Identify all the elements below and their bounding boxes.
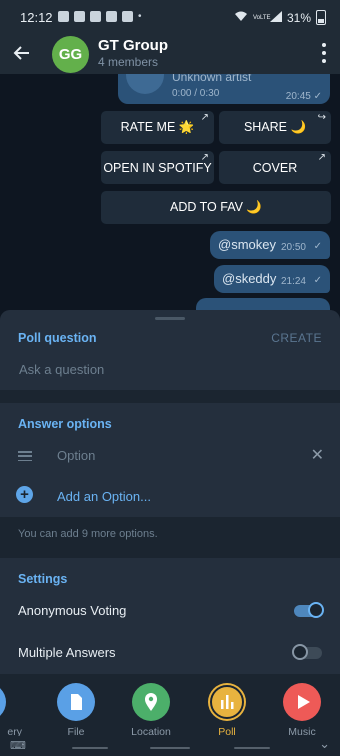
attach-file[interactable]: File (41, 683, 111, 738)
system-nav-bar: ⌨ ⌄ (0, 736, 340, 756)
group-avatar[interactable]: GG (52, 36, 89, 73)
attach-poll[interactable]: Poll (192, 683, 262, 738)
group-title[interactable]: GT Group (98, 37, 168, 54)
add-to-fav-label: ADD TO FAV 🌙 (170, 200, 262, 214)
message-text: @skeddy (222, 271, 277, 286)
message-time: 21:24 (280, 276, 306, 287)
answer-options-title: Answer options (18, 417, 112, 431)
message-text: @smokey (218, 237, 276, 252)
status-time: 12:12 (20, 10, 53, 25)
screen: 12:12 • VoLTE 31% GG GT Group 4 members … (0, 0, 340, 756)
open-in-spotify-label: OPEN IN SPOTIFY (103, 160, 212, 175)
multiple-answers-label: Multiple Answers (18, 645, 116, 660)
settings-card: Settings Anonymous Voting Multiple Answe… (0, 558, 340, 674)
wifi-icon (234, 11, 248, 25)
share-arrow-icon: ↪ (317, 112, 326, 123)
group-members-count: 4 members (98, 55, 159, 69)
cover-label: COVER (252, 160, 298, 175)
anonymous-voting-label: Anonymous Voting (18, 603, 127, 618)
app-notification-icon (74, 11, 85, 22)
nav-home[interactable] (150, 747, 190, 749)
audio-play-icon[interactable] (126, 74, 164, 94)
message-notification-icon (58, 11, 69, 22)
close-icon[interactable]: ✕ (311, 445, 324, 465)
more-options-icon[interactable] (322, 43, 328, 63)
toggle-knob (308, 602, 324, 618)
open-in-spotify-button[interactable]: OPEN IN SPOTIFY ↗ (101, 151, 214, 184)
messenger-notification-icon (106, 11, 117, 22)
gallery-icon (0, 683, 6, 721)
attach-gallery[interactable]: ery (0, 683, 22, 738)
keyboard-icon[interactable]: ⌨ (10, 739, 26, 752)
chat-area: Unknown artist 0:00 / 0:30 20:45 ✓ RATE … (0, 74, 340, 320)
check-icon: ✓ (313, 91, 322, 102)
share-button[interactable]: SHARE 🌙 ↪ (219, 111, 331, 144)
notification-icons: • (58, 11, 142, 22)
rate-me-label: RATE ME 🌟 (120, 120, 195, 134)
nav-back[interactable] (234, 747, 270, 749)
chevron-down-icon[interactable]: ⌄ (319, 736, 330, 752)
location-pin-icon (132, 683, 170, 721)
image-notification-icon (122, 11, 133, 22)
attach-music[interactable]: Music (267, 683, 337, 738)
file-icon (57, 683, 95, 721)
signal-icon (269, 10, 282, 25)
audio-message[interactable]: Unknown artist 0:00 / 0:30 20:45 ✓ (118, 74, 330, 104)
chat-message[interactable]: @skeddy 21:24 ✓ (214, 265, 330, 293)
create-button[interactable]: CREATE (271, 331, 322, 345)
link-arrow-icon: ↗ (200, 112, 209, 123)
audio-message-time: 20:45 ✓ (285, 91, 322, 102)
answer-options-card: Answer options Option ✕ + Add an Option.… (0, 403, 340, 517)
link-arrow-icon: ↗ (317, 152, 326, 163)
add-icon[interactable]: + (16, 486, 33, 503)
status-right: VoLTE 31% (234, 10, 326, 25)
audio-artist: Unknown artist (172, 74, 252, 84)
attach-location[interactable]: Location (116, 683, 186, 738)
add-option-button[interactable]: Add an Option... (57, 489, 151, 504)
bell-notification-icon (90, 11, 101, 22)
check-icon: ✓ (313, 275, 322, 286)
check-icon: ✓ (313, 241, 322, 252)
chat-header: GG GT Group 4 members (0, 34, 340, 74)
option-input[interactable]: Option (57, 448, 95, 463)
music-play-icon (283, 683, 321, 721)
battery-percent: 31% (286, 10, 311, 25)
cover-button[interactable]: COVER ↗ (219, 151, 331, 184)
toggle-knob (292, 644, 308, 660)
settings-title: Settings (18, 572, 68, 586)
question-input[interactable]: Ask a question (19, 362, 104, 377)
dot-icon: • (138, 11, 142, 22)
battery-icon (316, 10, 326, 25)
remaining-options-note: You can add 9 more options. (18, 528, 158, 540)
message-time: 20:50 (280, 242, 306, 253)
poll-question-card: Poll question CREATE Ask a question (0, 310, 340, 390)
link-arrow-icon: ↗ (200, 152, 209, 163)
chat-message[interactable]: @smokey 20:50 ✓ (210, 231, 330, 259)
add-to-fav-button[interactable]: ADD TO FAV 🌙 (101, 191, 331, 224)
poll-chart-icon (208, 683, 246, 721)
audio-duration: 0:00 / 0:30 (172, 88, 220, 99)
attach-bar: ery File Location Poll Music (0, 674, 340, 738)
rate-me-button[interactable]: RATE ME 🌟 ↗ (101, 111, 214, 144)
multiple-answers-toggle[interactable] (292, 644, 322, 660)
back-arrow-icon[interactable] (12, 41, 36, 65)
poll-question-title: Poll question (18, 331, 97, 345)
anonymous-voting-toggle[interactable] (294, 602, 324, 618)
volte-label: VoLTE (252, 14, 271, 21)
share-label: SHARE 🌙 (243, 120, 307, 134)
drag-handle-icon[interactable] (18, 451, 32, 461)
sheet-handle-bar[interactable] (155, 317, 185, 320)
nav-recents[interactable] (72, 747, 108, 749)
status-bar: 12:12 • VoLTE 31% (0, 0, 340, 34)
